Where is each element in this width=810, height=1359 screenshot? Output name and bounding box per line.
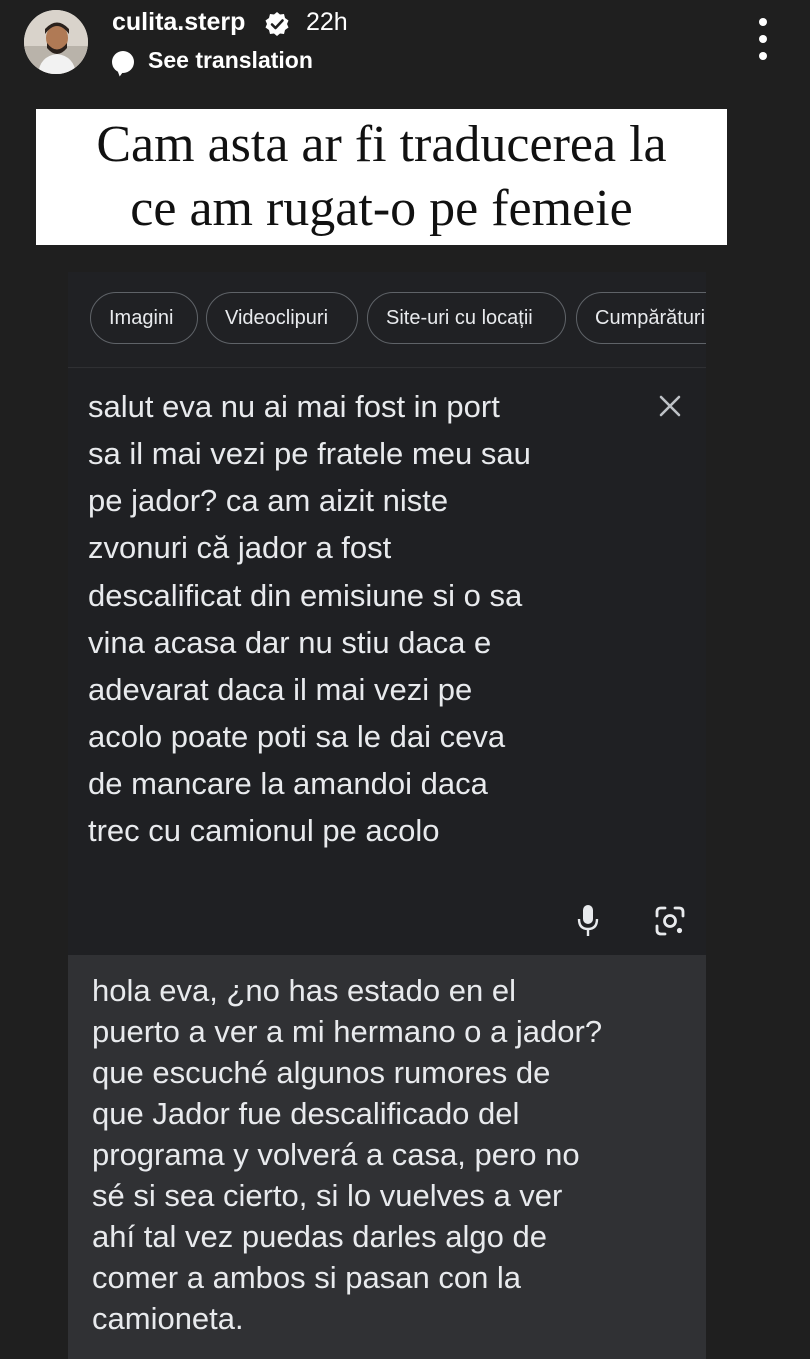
avatar[interactable] <box>24 10 88 74</box>
source-line: salut eva nu ai mai fost in port <box>88 389 500 424</box>
see-translation-label: See translation <box>148 47 313 73</box>
story-viewer: culita.sterp 22h See translation Cam ast… <box>0 0 810 1359</box>
source-text-area[interactable]: salut eva nu ai mai fost in port sa il m… <box>68 369 706 955</box>
chip-shopping[interactable]: Cumpărături <box>576 292 706 344</box>
chip-places[interactable]: Site-uri cu locații <box>367 292 566 344</box>
translation-line: sé si sea cierto, si lo vuelves a ver <box>92 1178 563 1213</box>
story-caption: Cam asta ar fi traducerea la ce am rugat… <box>36 109 727 245</box>
chip-images[interactable]: Imagini <box>90 292 198 344</box>
caption-line: Cam asta ar fi traducerea la <box>96 116 667 173</box>
microphone-icon[interactable] <box>576 904 600 938</box>
translate-bubble-icon <box>112 51 134 73</box>
translation-line: puerto a ver a mi hermano o a jador? <box>92 1014 603 1049</box>
clear-icon[interactable] <box>658 394 682 418</box>
camera-lens-icon[interactable] <box>654 905 686 937</box>
source-line: adevarat daca il mai vezi pe <box>88 672 473 707</box>
source-line: sa il mai vezi pe fratele meu sau <box>88 436 531 471</box>
translation-line: programa y volverá a casa, pero no <box>92 1137 580 1172</box>
verified-badge-icon <box>265 12 289 36</box>
translation-output: hola eva, ¿no has estado en el puerto a … <box>68 955 706 1359</box>
more-options-icon[interactable] <box>750 18 776 60</box>
translation-line: que escuché algunos rumores de <box>92 1055 551 1090</box>
chip-videos[interactable]: Videoclipuri <box>206 292 358 344</box>
translation-line: camioneta. <box>92 1301 244 1336</box>
caption-line: ce am rugat-o pe femeie <box>130 180 633 237</box>
source-line: de mancare la amandoi daca <box>88 766 488 801</box>
translate-screenshot: Imagini Videoclipuri Site-uri cu locații… <box>68 272 706 1359</box>
search-filter-chips: Imagini Videoclipuri Site-uri cu locații… <box>68 272 706 368</box>
source-line: zvonuri că jador a fost <box>88 530 392 565</box>
translation-line: hola eva, ¿no has estado en el <box>92 973 516 1008</box>
source-line: descalificat din emisiune si o sa <box>88 578 523 613</box>
translation-line: comer a ambos si pasan con la <box>92 1260 522 1295</box>
source-line: acolo poate poti sa le dai ceva <box>88 719 506 754</box>
source-line: trec cu camionul pe acolo <box>88 813 440 848</box>
avatar-image <box>24 10 88 74</box>
source-line: pe jador? ca am aizit niste <box>88 483 449 518</box>
translation-line: ahí tal vez puedas darles algo de <box>92 1219 547 1254</box>
source-line: vina acasa dar nu stiu daca e <box>88 625 492 660</box>
post-time: 22h <box>306 8 348 36</box>
username[interactable]: culita.sterp <box>112 8 245 37</box>
translation-line: que Jador fue descalificado del <box>92 1096 520 1131</box>
